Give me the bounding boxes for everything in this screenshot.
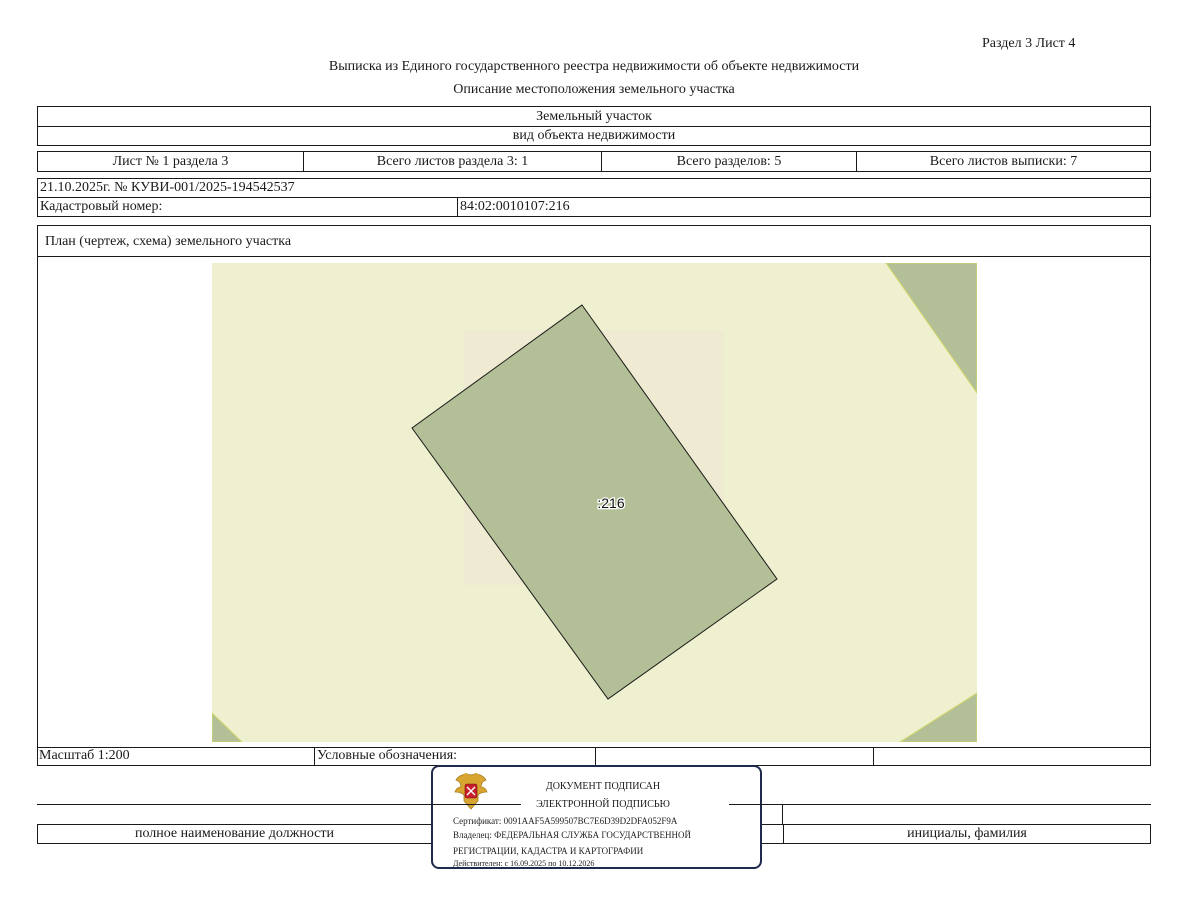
parcel-label: :216 — [597, 495, 624, 511]
stamp-validity: Действителен: с 16.09.2025 по 10.12.2026 — [453, 859, 595, 868]
coat-of-arms-icon — [454, 773, 488, 810]
sheets-info-row: Лист № 1 раздела 3 Всего листов раздела … — [37, 151, 1151, 172]
divider — [595, 748, 596, 765]
scale-label: Масштаб 1:200 — [39, 748, 130, 763]
section-sheet-number: Раздел 3 Лист 4 — [982, 36, 1076, 51]
object-type-caption: вид объекта недвижимости — [512, 128, 676, 143]
document-subtitle: Описание местоположения земельного участ… — [453, 82, 735, 97]
stamp-title-line2: ЭЛЕКТРОННОЙ ПОДПИСЬЮ — [536, 799, 670, 810]
divider — [38, 197, 1150, 198]
object-type: Земельный участок — [536, 109, 652, 124]
cadastral-label: Кадастровый номер: — [40, 199, 163, 214]
divider — [314, 748, 315, 765]
legend-label: Условные обозначения: — [317, 748, 458, 763]
total-sheets-extract: Всего листов выписки: 7 — [929, 153, 1078, 169]
divider — [457, 197, 458, 216]
stamp-owner-line2: РЕГИСТРАЦИИ, КАДАСТРА И КАРТОГРАФИИ — [453, 846, 644, 856]
document-title: Выписка из Единого государственного реес… — [328, 59, 860, 74]
name-caption: инициалы, фамилия — [907, 826, 1027, 841]
total-sheets-section: Всего листов раздела 3: 1 — [376, 153, 529, 169]
object-type-block: Земельный участок вид объекта недвижимос… — [37, 106, 1151, 146]
divider — [729, 804, 762, 805]
record-block: 21.10.2025г. № КУВИ-001/2025-194542537 К… — [37, 178, 1151, 217]
divider — [38, 126, 1150, 127]
plan-caption: План (чертеж, схема) земельного участка — [45, 234, 292, 249]
legend-row: Масштаб 1:200 Условные обозначения: — [37, 748, 1151, 766]
stamp-title-line1: ДОКУМЕНТ ПОДПИСАН — [545, 781, 661, 792]
divider — [38, 256, 1150, 257]
record-date-number: 21.10.2025г. № КУВИ-001/2025-194542537 — [40, 180, 295, 195]
sheet-of-section: Лист № 1 раздела 3 — [112, 153, 229, 169]
divider — [431, 804, 521, 805]
divider — [873, 748, 874, 765]
stamp-owner-line1: Владелец: ФЕДЕРАЛЬНАЯ СЛУЖБА ГОСУДАРСТВЕ… — [453, 830, 692, 840]
total-sections: Всего разделов: 5 — [676, 153, 782, 169]
e-signature-stamp: ДОКУМЕНТ ПОДПИСАН ЭЛЕКТРОННОЙ ПОДПИСЬЮ С… — [431, 765, 762, 869]
cadastral-number: 84:02:0010107:216 — [460, 199, 570, 214]
stamp-certificate: Сертификат: 0091AAF5A599507BC7E6D39D2DFA… — [453, 816, 678, 826]
position-caption: полное наименование должности — [134, 826, 335, 841]
parcel-plan-map: :216 — [212, 263, 977, 742]
divider — [782, 804, 783, 824]
